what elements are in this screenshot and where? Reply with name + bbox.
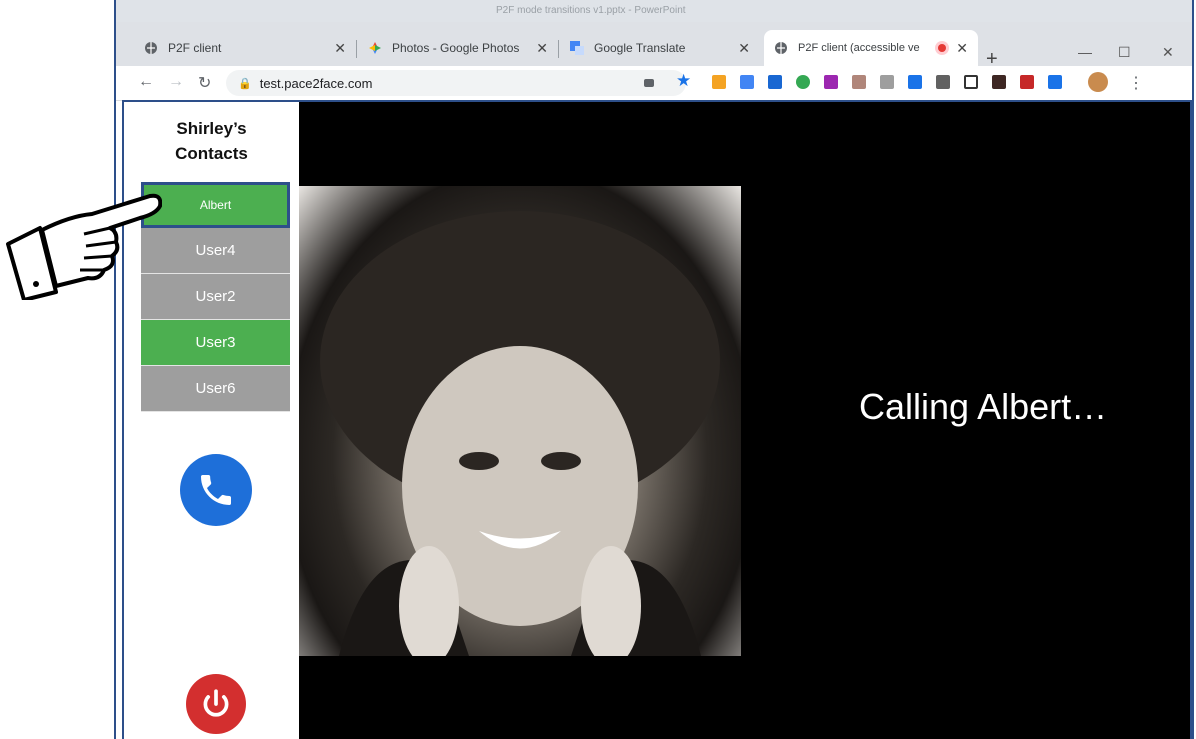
minimize-icon[interactable]: —	[1078, 44, 1092, 60]
sidebar-title-line2: Contacts	[175, 144, 248, 163]
extension-open-icon[interactable]	[1048, 75, 1062, 89]
profile-avatar[interactable]	[1088, 72, 1108, 92]
close-tab-icon[interactable]: ✕	[536, 40, 548, 57]
contacts-list: Albert User4 User2 User3 User6	[141, 182, 290, 412]
tab-google-photos[interactable]: Photos - Google Photos ✕	[358, 30, 558, 66]
contact-user2[interactable]: User2	[141, 274, 290, 320]
power-icon	[203, 689, 229, 717]
menu-dots-icon[interactable]: ⋮	[1128, 73, 1144, 93]
close-tab-icon[interactable]: ✕	[956, 40, 968, 57]
tab-separator	[356, 40, 357, 58]
tab-p2f-client[interactable]: P2F client ✕	[134, 30, 356, 66]
contact-user4[interactable]: User4	[141, 228, 290, 274]
p2f-app: Shirley’s Contacts Albert User4 User2 Us…	[122, 100, 1192, 739]
extension-book-icon[interactable]	[992, 75, 1006, 89]
extension-translate-icon[interactable]	[740, 75, 754, 89]
extension-ublock-icon[interactable]	[1020, 75, 1034, 89]
tab-strip: P2F client ✕ Photos - Google Photos ✕ Go…	[116, 22, 1192, 70]
extension-pdf-icon[interactable]	[852, 75, 866, 89]
forward-icon[interactable]: →	[168, 73, 184, 91]
contact-user6[interactable]: User6	[141, 366, 290, 412]
contact-name: User4	[195, 242, 236, 259]
extension-shield-icon[interactable]	[936, 75, 950, 89]
maximize-icon[interactable]: ☐	[1118, 44, 1131, 61]
pointing-hand-icon	[6, 193, 162, 300]
call-button[interactable]	[180, 454, 252, 526]
tab-label: P2F client (accessible ve	[798, 42, 920, 54]
window-title: P2F mode transitions v1.pptx - PowerPoin…	[496, 5, 686, 16]
close-window-icon[interactable]: ✕	[1162, 44, 1174, 61]
contact-name: User6	[195, 380, 236, 397]
title-bar: P2F mode transitions v1.pptx - PowerPoin…	[116, 0, 1192, 23]
phone-icon	[201, 475, 231, 505]
camera-icon[interactable]	[644, 79, 654, 87]
tab-label: P2F client	[168, 41, 222, 55]
extension-onenote-icon[interactable]	[824, 75, 838, 89]
back-icon[interactable]: ←	[138, 73, 154, 91]
photos-icon	[368, 41, 382, 55]
sidebar-title-line1: Shirley’s	[176, 119, 247, 138]
extension-link-icon[interactable]	[908, 75, 922, 89]
power-button[interactable]	[186, 674, 246, 734]
reload-icon[interactable]: ↻	[198, 73, 211, 93]
tab-p2f-client-accessible[interactable]: P2F client (accessible ve ✕	[764, 30, 978, 66]
close-tab-icon[interactable]: ✕	[334, 40, 346, 57]
extension-screen-icon[interactable]	[768, 75, 782, 89]
extension-drive-icon[interactable]	[880, 75, 894, 89]
lock-icon: 🔒	[238, 77, 252, 90]
photo-portrait	[320, 211, 720, 666]
extension-key-icon[interactable]	[712, 75, 726, 89]
extension-badge-icon[interactable]	[964, 75, 978, 89]
bookmark-star-icon[interactable]: ★	[676, 71, 691, 91]
recording-icon	[938, 44, 946, 52]
globe-icon	[774, 41, 788, 55]
contact-name: User2	[195, 288, 236, 305]
address-bar: ← → ↻ 🔒 test.pace2face.com ★ ⋮	[116, 66, 1192, 101]
tab-label: Photos - Google Photos	[392, 41, 520, 55]
translate-icon	[570, 41, 584, 55]
url-text: test.pace2face.com	[259, 75, 373, 91]
close-tab-icon[interactable]: ✕	[738, 40, 750, 57]
contact-photo	[299, 186, 741, 666]
video-area: Calling Albert…	[299, 102, 1190, 739]
tab-google-translate[interactable]: Google Translate ✕	[560, 30, 760, 66]
tab-label: Google Translate	[594, 41, 686, 55]
contact-user3[interactable]: User3	[141, 320, 290, 366]
contact-albert[interactable]: Albert	[141, 182, 290, 228]
url-input[interactable]: 🔒 test.pace2face.com	[226, 70, 686, 96]
call-status-text: Calling Albert…	[859, 386, 1108, 427]
contact-name: Albert	[199, 198, 232, 212]
sidebar-title: Shirley’s Contacts	[144, 116, 279, 166]
globe-icon	[144, 41, 158, 55]
extension-circle-icon[interactable]	[796, 75, 810, 89]
browser-window: P2F mode transitions v1.pptx - PowerPoin…	[114, 0, 1194, 739]
contact-name: User3	[195, 334, 236, 351]
tab-separator	[558, 40, 559, 58]
